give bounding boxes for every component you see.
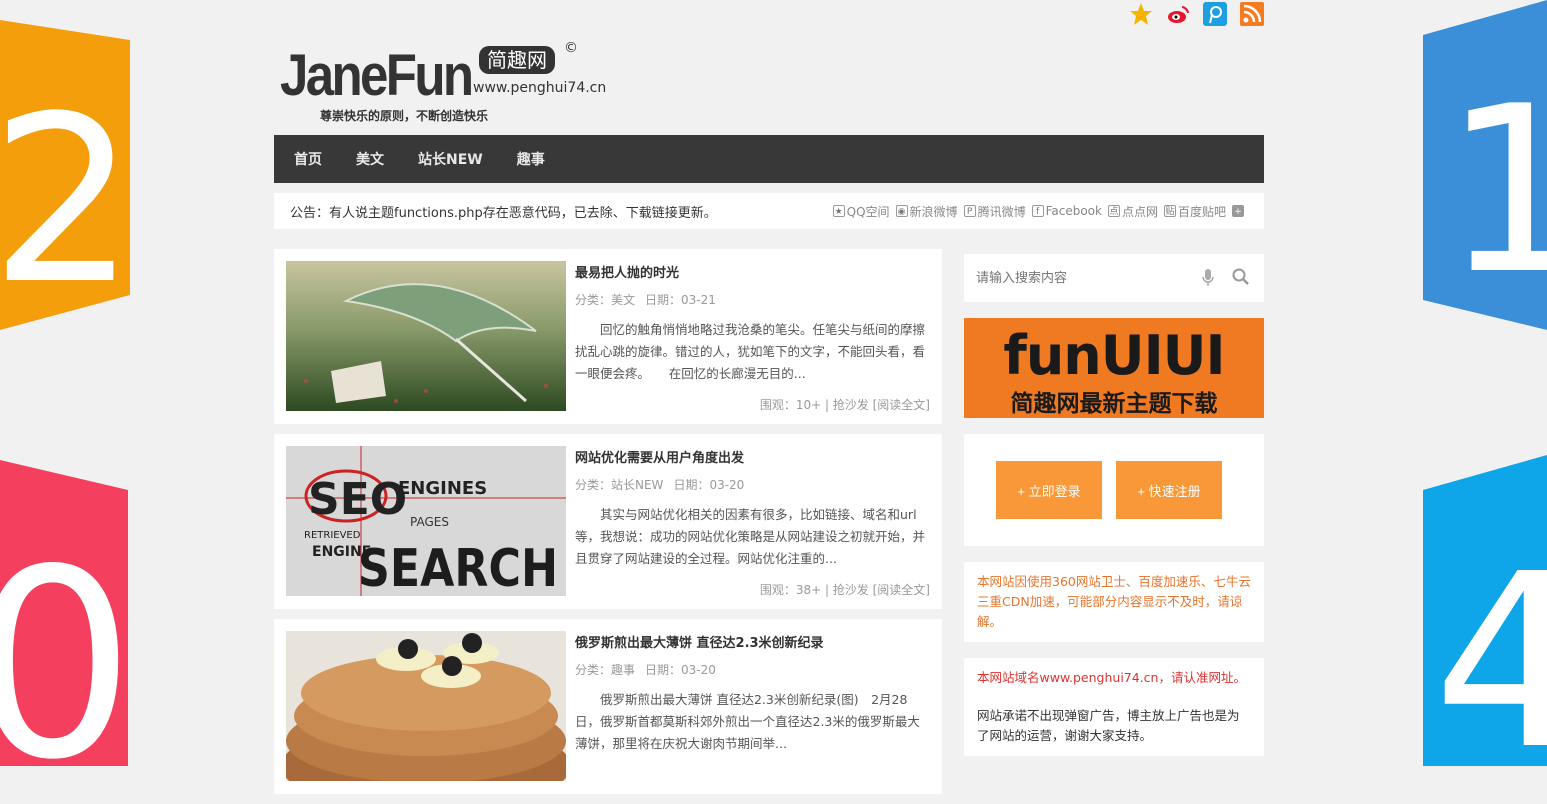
cdn-notice: 本网站因使用360网站卫士、百度加速乐、七牛云三重CDN加速，可能部分内容显示不… — [964, 562, 1264, 642]
decor-right-bottom: 4 — [1423, 455, 1547, 766]
article-title[interactable]: 俄罗斯煎出最大薄饼 直径达2.3米创新纪录 — [575, 632, 824, 651]
article-thumb-pancake[interactable] — [286, 631, 566, 781]
qzone-icon: ★ — [832, 205, 845, 217]
top-social-icons — [1128, 0, 1264, 28]
login-button[interactable]: + 立即登录 — [996, 461, 1102, 519]
nav-item-meiwen[interactable]: 美文 — [356, 149, 384, 169]
article-excerpt: 回忆的触角悄悄地略过我沧桑的笔尖。任笔尖与纸间的摩擦扰乱心跳的旋律。错过的人，犹… — [575, 322, 926, 381]
thumb-text-engines: ENGINES — [398, 478, 487, 499]
main-nav: 首页 美文 站长NEW 趣事 — [274, 135, 1264, 183]
tencent-weibo-icon: P — [963, 205, 976, 217]
share-more[interactable]: + — [1232, 205, 1244, 217]
sidebar: funUIUI 简趣网最新主题下载 + 立即登录 + 快速注册 本网站因使用36… — [964, 254, 1264, 772]
tencent-weibo-icon[interactable] — [1202, 2, 1227, 27]
plus-icon: + — [1232, 205, 1244, 217]
site-notice: 本网站域名www.penghui74.cn，请认准网址。 网站承诺不出现弹窗广告… — [964, 658, 1264, 756]
theme-download-banner[interactable]: funUIUI 简趣网最新主题下载 — [964, 318, 1264, 418]
article-list: 最易把人抛的时光 分类：美文 日期：03-21 回忆的触角悄悄地略过我沧桑的笔尖。… — [274, 249, 942, 804]
page-wrapper: JaneFun 简趣网 © www.penghui74.cn 尊崇快乐的原则，不… — [274, 0, 1264, 794]
logo-badge: 简趣网 — [479, 46, 555, 74]
banner-title: funUIUI — [1003, 324, 1225, 387]
thumb-text-search: SEARCH — [358, 539, 558, 596]
thumb-text-pages: PAGES — [410, 515, 449, 529]
article-meta: 分类：趣事 日期：03-20 — [575, 661, 726, 678]
qzone-icon[interactable] — [1128, 2, 1153, 27]
search-input[interactable] — [964, 254, 1264, 302]
notice-text: 公告：有人说主题functions.php存在恶意代码，已去除、下载链接更新。 — [290, 205, 717, 221]
decor-left-bottom: 0 — [0, 455, 132, 766]
diandian-icon: 点 — [1107, 205, 1120, 217]
site-slogan: 尊崇快乐的原则，不断创造快乐 — [320, 109, 489, 123]
article-category[interactable]: 分类：趣事 — [575, 663, 635, 677]
share-qzone[interactable]: ★ QQ空间 — [832, 203, 890, 220]
article-meta: 分类：美文 日期：03-21 — [575, 291, 726, 308]
article-category[interactable]: 分类：美文 — [575, 293, 635, 307]
share-tieba[interactable]: 贴百度贴吧 — [1163, 203, 1226, 220]
article-footer[interactable]: 围观：10+ | 抢沙发 [阅读全文] — [760, 396, 930, 413]
article-footer[interactable]: 围观：38+ | 抢沙发 [阅读全文] — [760, 581, 930, 598]
notice-bar: 公告：有人说主题functions.php存在恶意代码，已去除、下载链接更新。 … — [274, 193, 1264, 229]
rss-icon[interactable] — [1239, 2, 1264, 27]
register-button[interactable]: + 快速注册 — [1116, 461, 1222, 519]
article-date: 日期：03-21 — [645, 293, 716, 307]
thumb-text-seo: SEO — [308, 474, 407, 525]
article-title[interactable]: 网站优化需要从用户角度出发 — [575, 447, 744, 466]
weibo-icon: ◉ — [895, 205, 908, 217]
article-meta: 分类：站长NEW 日期：03-20 — [575, 476, 754, 493]
decor-digit: 4 — [1433, 522, 1547, 766]
decor-right-top: 1 — [1423, 0, 1547, 330]
share-diandian[interactable]: 点点点网 — [1107, 203, 1158, 220]
thumb-text-retrieved: RETRIEVED — [304, 530, 361, 541]
article-date: 日期：03-20 — [645, 663, 716, 677]
logo-copyright: © — [564, 40, 578, 56]
decor-digit: 1 — [1443, 58, 1547, 325]
facebook-icon: f — [1031, 205, 1044, 217]
decor-left-top: 2 — [0, 0, 132, 340]
nav-item-home[interactable]: 首页 — [294, 149, 322, 169]
search-icon[interactable] — [1232, 268, 1250, 290]
article-excerpt: 其实与网站优化相关的因素有很多，比如链接、域名和url等，我想说：成功的网站优化… — [575, 507, 926, 566]
article-title[interactable]: 最易把人抛的时光 — [575, 262, 679, 281]
logo-main-text: JaneFun — [280, 43, 474, 108]
article-date: 日期：03-20 — [673, 478, 745, 492]
decor-digit: 2 — [0, 68, 132, 335]
article-excerpt: 俄罗斯煎出最大薄饼 直径达2.3米创新纪录(图) 2月28日，俄罗斯首都莫斯科郊… — [575, 692, 920, 751]
article-category[interactable]: 分类：站长NEW — [575, 478, 663, 492]
article-item: SEO ENGINES PAGES RETRIEVED ENGINE SEARC… — [274, 434, 942, 609]
banner-subtitle: 简趣网最新主题下载 — [1010, 391, 1218, 417]
article-item: 俄罗斯煎出最大薄饼 直径达2.3米创新纪录 分类：趣事 日期：03-20 俄罗斯煎… — [274, 619, 942, 794]
article-item: 最易把人抛的时光 分类：美文 日期：03-21 回忆的触角悄悄地略过我沧桑的笔尖。… — [274, 249, 942, 424]
search-box — [964, 254, 1264, 302]
login-box: + 立即登录 + 快速注册 — [964, 434, 1264, 546]
article-thumb-seo[interactable]: SEO ENGINES PAGES RETRIEVED ENGINE SEARC… — [286, 446, 566, 596]
nav-item-fun[interactable]: 趣事 — [517, 149, 545, 169]
share-facebook[interactable]: f Facebook — [1031, 204, 1102, 218]
ad-notice: 网站承诺不出现弹窗广告，博主放上广告也是为了网站的运营，谢谢大家支持。 — [977, 708, 1240, 743]
weibo-icon[interactable] — [1165, 2, 1190, 27]
tieba-icon: 贴 — [1163, 205, 1176, 217]
domain-notice: 本网站域名www.penghui74.cn，请认准网址。 — [977, 670, 1246, 685]
decor-digit: 0 — [0, 515, 132, 766]
share-tencent-weibo[interactable]: P 腾讯微博 — [963, 203, 1026, 220]
microphone-icon[interactable] — [1202, 269, 1214, 291]
article-thumb-umbrella[interactable] — [286, 261, 566, 411]
logo-url: www.penghui74.cn — [473, 80, 607, 96]
site-logo[interactable]: JaneFun 简趣网 © www.penghui74.cn 尊崇快乐的原则，不… — [280, 40, 620, 123]
nav-item-webmaster[interactable]: 站长NEW — [418, 149, 483, 169]
share-weibo[interactable]: ◉ 新浪微博 — [895, 203, 958, 220]
share-bar: ★ QQ空间 ◉ 新浪微博 P 腾讯微博 f Facebook 点点点网 贴百度贴吧 + — [832, 193, 1244, 229]
